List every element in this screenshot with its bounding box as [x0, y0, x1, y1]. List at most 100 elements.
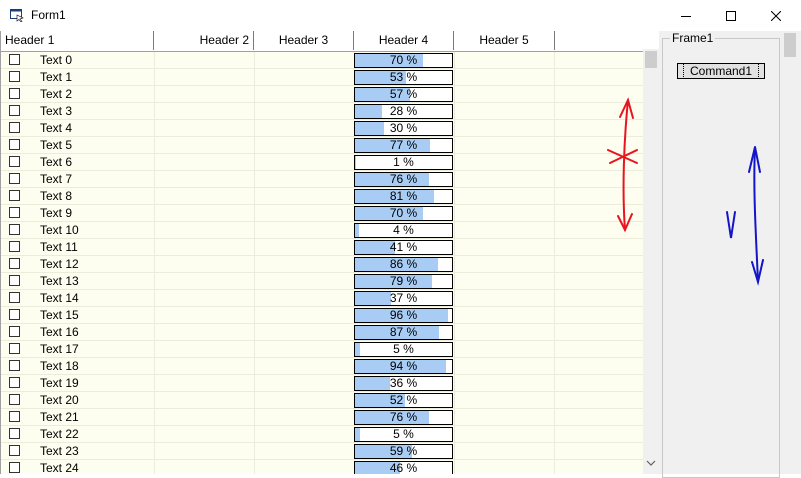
progress-bar: 30 % — [354, 121, 453, 136]
progress-bar: 77 % — [354, 138, 453, 153]
table-row[interactable]: Text 23 59 % — [1, 443, 644, 460]
table-row[interactable]: Text 13 79 % — [1, 273, 644, 290]
table-row[interactable]: Text 5 77 % — [1, 137, 644, 154]
table-row[interactable]: Text 11 41 % — [1, 239, 644, 256]
list-header: Header 1 Header 2 Header 3 Header 4 Head… — [1, 31, 644, 52]
progress-bar: 70 % — [354, 53, 453, 68]
progress-bar: 37 % — [354, 291, 453, 306]
row-checkbox[interactable] — [9, 224, 20, 235]
row-checkbox[interactable] — [9, 445, 20, 456]
progress-bar: 41 % — [354, 240, 453, 255]
row-label: Text 10 — [40, 223, 79, 237]
row-checkbox[interactable] — [9, 122, 20, 133]
table-row[interactable]: Text 6 1 % — [1, 154, 644, 171]
table-row[interactable]: Text 9 70 % — [1, 205, 644, 222]
table-row[interactable]: Text 2 57 % — [1, 86, 644, 103]
progress-bar: 87 % — [354, 325, 453, 340]
progress-bar: 86 % — [354, 257, 453, 272]
row-checkbox[interactable] — [9, 207, 20, 218]
row-label: Text 20 — [40, 393, 79, 407]
row-checkbox[interactable] — [9, 292, 20, 303]
table-row[interactable]: Text 0 70 % — [1, 52, 644, 69]
progress-label: 59 % — [389, 444, 418, 458]
frame-scrollbar[interactable] — [782, 31, 798, 474]
close-button[interactable] — [753, 0, 798, 31]
progress-bar: 94 % — [354, 359, 453, 374]
frame-scrollbar-thumb[interactable] — [784, 33, 796, 57]
frame1 — [662, 38, 780, 478]
table-row[interactable]: Text 17 5 % — [1, 341, 644, 358]
row-checkbox[interactable] — [9, 428, 20, 439]
row-label: Text 8 — [40, 189, 73, 203]
command1-button[interactable]: Command1 — [677, 63, 765, 79]
progress-label: 30 % — [389, 121, 418, 135]
progress-label: 70 % — [389, 53, 418, 67]
progress-bar: 4 % — [354, 223, 453, 238]
table-row[interactable]: Text 4 30 % — [1, 120, 644, 137]
scroll-down-arrow-icon[interactable] — [646, 459, 656, 467]
row-label: Text 2 — [40, 87, 73, 101]
table-row[interactable]: Text 10 4 % — [1, 222, 644, 239]
row-checkbox[interactable] — [9, 377, 20, 388]
row-checkbox[interactable] — [9, 275, 20, 286]
row-checkbox[interactable] — [9, 258, 20, 269]
close-icon — [770, 10, 781, 21]
row-label: Text 19 — [40, 376, 79, 390]
table-row[interactable]: Text 20 52 % — [1, 392, 644, 409]
table-row[interactable]: Text 8 81 % — [1, 188, 644, 205]
row-checkbox[interactable] — [9, 88, 20, 99]
progress-bar: 5 % — [354, 427, 453, 442]
maximize-button[interactable] — [708, 0, 753, 31]
header-3[interactable]: Header 3 — [254, 31, 354, 50]
list-scrollbar[interactable] — [643, 49, 659, 474]
row-checkbox[interactable] — [9, 105, 20, 116]
table-row[interactable]: Text 7 76 % — [1, 171, 644, 188]
app-icon — [10, 9, 24, 22]
table-row[interactable]: Text 22 5 % — [1, 426, 644, 443]
row-checkbox[interactable] — [9, 462, 20, 473]
row-label: Text 0 — [40, 53, 73, 67]
header-4[interactable]: Header 4 — [354, 31, 454, 50]
row-label: Text 18 — [40, 359, 79, 373]
table-row[interactable]: Text 24 46 % — [1, 460, 644, 474]
progress-label: 36 % — [389, 376, 418, 390]
table-row[interactable]: Text 3 28 % — [1, 103, 644, 120]
row-checkbox[interactable] — [9, 54, 20, 65]
header-1[interactable]: Header 1 — [1, 31, 154, 50]
row-label: Text 5 — [40, 138, 73, 152]
header-2[interactable]: Header 2 — [154, 31, 254, 50]
progress-bar: 46 % — [354, 461, 453, 474]
table-row[interactable]: Text 1 53 % — [1, 69, 644, 86]
row-label: Text 14 — [40, 291, 79, 305]
progress-label: 96 % — [389, 308, 418, 322]
list-scrollbar-thumb[interactable] — [645, 51, 657, 68]
table-row[interactable]: Text 12 86 % — [1, 256, 644, 273]
row-checkbox[interactable] — [9, 71, 20, 82]
table-row[interactable]: Text 19 36 % — [1, 375, 644, 392]
minimize-button[interactable] — [663, 0, 708, 31]
command1-label: Command1 — [682, 63, 760, 79]
progress-label: 76 % — [389, 410, 418, 424]
row-checkbox[interactable] — [9, 326, 20, 337]
table-row[interactable]: Text 14 37 % — [1, 290, 644, 307]
header-5[interactable]: Header 5 — [454, 31, 555, 50]
row-checkbox[interactable] — [9, 139, 20, 150]
row-checkbox[interactable] — [9, 309, 20, 320]
row-checkbox[interactable] — [9, 394, 20, 405]
progress-bar: 36 % — [354, 376, 453, 391]
row-checkbox[interactable] — [9, 343, 20, 354]
row-checkbox[interactable] — [9, 156, 20, 167]
list-view[interactable]: Header 1 Header 2 Header 3 Header 4 Head… — [0, 31, 659, 474]
table-row[interactable]: Text 16 87 % — [1, 324, 644, 341]
row-checkbox[interactable] — [9, 190, 20, 201]
table-row[interactable]: Text 18 94 % — [1, 358, 644, 375]
progress-label: 1 % — [393, 155, 414, 169]
row-checkbox[interactable] — [9, 173, 20, 184]
row-checkbox[interactable] — [9, 411, 20, 422]
progress-label: 5 % — [393, 427, 414, 441]
row-label: Text 6 — [40, 155, 73, 169]
table-row[interactable]: Text 21 76 % — [1, 409, 644, 426]
table-row[interactable]: Text 15 96 % — [1, 307, 644, 324]
row-checkbox[interactable] — [9, 241, 20, 252]
row-checkbox[interactable] — [9, 360, 20, 371]
